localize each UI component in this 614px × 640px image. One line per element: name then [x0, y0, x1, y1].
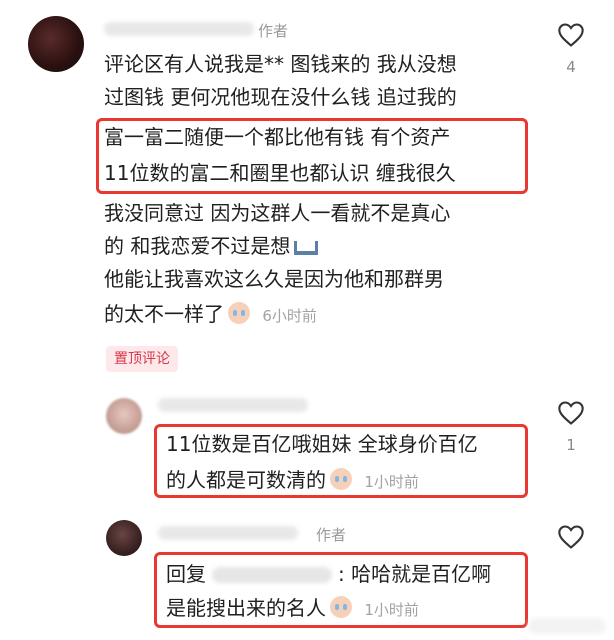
comment-line: 的 和我恋爱不过是想 — [104, 230, 319, 263]
comment-line: 过图钱 更何况他现在没什么钱 追过我的 — [104, 85, 457, 109]
avatar[interactable] — [28, 16, 84, 72]
highlight-box — [96, 118, 528, 194]
highlight-box — [154, 552, 528, 628]
watermark — [528, 618, 606, 634]
comment-line-text: 的 和我恋爱不过是想 — [104, 234, 291, 258]
like-count: 1 — [566, 436, 576, 454]
comment-line: 我没同意过 因为这群人一看就不是真心 — [104, 201, 451, 225]
comment-line-text: 的太不一样了 — [104, 302, 224, 326]
username-blurred[interactable] — [158, 398, 308, 412]
crying-emoji-icon — [228, 302, 250, 324]
heart-icon[interactable] — [557, 400, 585, 426]
comment-line: 评论区有人说我是** 图钱来的 我从没想 — [104, 52, 457, 76]
pinned-badge: 置顶评论 — [106, 346, 178, 372]
bed-emoji-icon — [294, 241, 319, 255]
avatar[interactable] — [106, 520, 142, 556]
comment-line: 的太不一样了 6小时前 — [104, 298, 317, 333]
username-blurred[interactable] — [158, 526, 298, 540]
heart-icon[interactable] — [557, 524, 585, 550]
username-blurred[interactable] — [104, 22, 254, 36]
heart-icon[interactable] — [557, 22, 585, 48]
like-count: 4 — [566, 58, 576, 76]
author-tag: 作者 — [316, 526, 347, 544]
author-tag: 作者 — [258, 22, 289, 40]
avatar[interactable] — [106, 398, 142, 434]
highlight-box — [154, 424, 528, 498]
timestamp: 6小时前 — [262, 307, 317, 325]
comment-line: 他能让我喜欢这么久是因为他和那群男 — [104, 267, 444, 291]
